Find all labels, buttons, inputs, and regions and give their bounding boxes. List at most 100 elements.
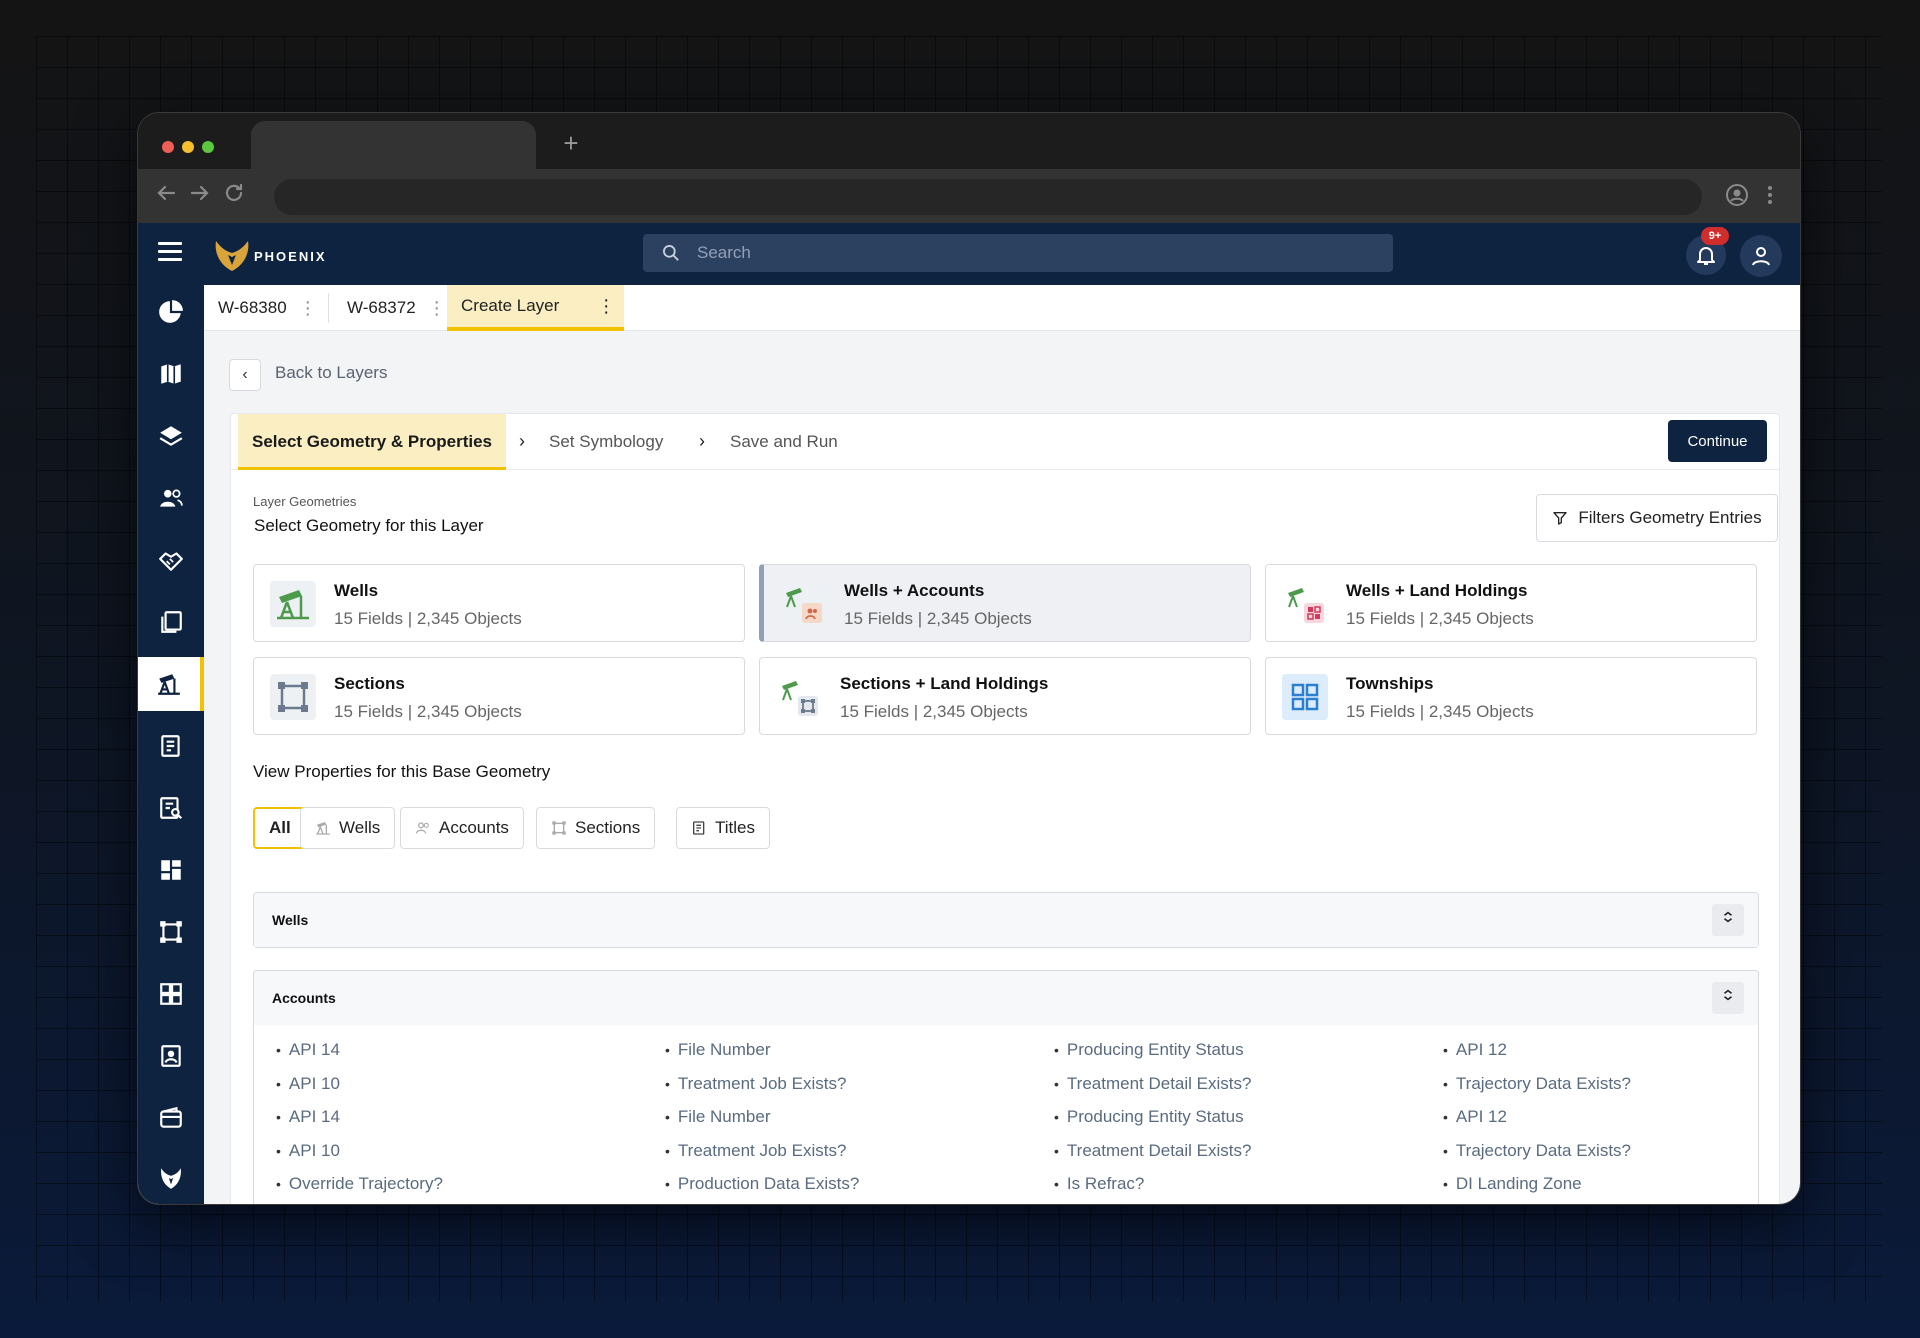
filter-chip-sections[interactable]: Sections xyxy=(536,807,656,849)
brand-logo[interactable]: PHOENIX xyxy=(210,235,370,275)
property-item: Trajectory Data Exists? xyxy=(1443,1141,1631,1161)
section-frame-icon xyxy=(160,921,182,943)
browser-menu-icon[interactable] xyxy=(1757,183,1783,209)
expand-collapse-icon[interactable] xyxy=(1712,904,1744,936)
brand-name: PHOENIX xyxy=(254,249,327,264)
wallet-icon xyxy=(160,1106,182,1128)
sidebar-item-phoenix[interactable] xyxy=(138,1151,204,1204)
accordion-accounts: Accounts API 14 API 10 API 14 API 10 Overrid… xyxy=(253,970,1759,1204)
accordion-header[interactable]: Accounts xyxy=(254,971,1758,1025)
geometry-meta: 15 Fields | 2,345 Objects xyxy=(844,609,1032,628)
sidebar-item-deals[interactable] xyxy=(138,533,204,587)
property-item: Treatment Detail Exists? xyxy=(1054,1074,1252,1094)
sidebar-item-users[interactable] xyxy=(138,471,204,525)
new-tab-button[interactable]: + xyxy=(556,125,586,161)
property-item: API 12 xyxy=(1443,1107,1507,1127)
tab-label: W-68380 xyxy=(218,298,287,317)
minimize-window-button[interactable] xyxy=(182,141,194,153)
geometry-card-townships[interactable]: Townships 15 Fields | 2,345 Objects xyxy=(1265,657,1757,735)
browser-tab[interactable] xyxy=(251,121,536,169)
tab-menu-icon[interactable]: ⋮ xyxy=(597,296,615,317)
section-frame-icon xyxy=(270,674,316,720)
property-item: API 12 xyxy=(1443,1040,1507,1060)
step-save-and-run[interactable]: Save and Run xyxy=(730,414,838,470)
sidebar-item-widgets[interactable] xyxy=(138,843,204,897)
geometry-card-sections-land-holdings[interactable]: Sections + Land Holdings 15 Fields | 2,3… xyxy=(759,657,1251,735)
sidebar-item-search-records[interactable] xyxy=(138,781,204,835)
user-avatar-button[interactable] xyxy=(1740,235,1782,277)
step-set-symbology[interactable]: Set Symbology xyxy=(549,414,663,470)
filter-geometry-button[interactable]: Filters Geometry Entries xyxy=(1536,494,1778,542)
filter-chip-all[interactable]: All xyxy=(253,807,307,849)
bell-icon xyxy=(1697,247,1715,265)
sidebar-item-layers[interactable] xyxy=(138,409,204,463)
accordion-title: Accounts xyxy=(272,990,336,1006)
sidebar-item-contacts[interactable] xyxy=(138,1029,204,1083)
property-item: API 10 xyxy=(276,1141,340,1161)
browser-titlebar: + xyxy=(138,113,1800,169)
back-to-layers-link[interactable]: Back to Layers xyxy=(275,363,387,383)
browser-window: + PHOENIX Search 9+ W-68380 ⋮ W-68372 ⋮ … xyxy=(137,112,1801,1205)
oil-pump-icon xyxy=(158,674,180,695)
property-item: API 14 xyxy=(276,1107,340,1127)
layer-geometries-label: Layer Geometries xyxy=(253,494,357,509)
geometry-card-wells-accounts[interactable]: Wells + Accounts 15 Fields | 2,345 Objec… xyxy=(759,564,1251,642)
property-item: Production Data Exists? xyxy=(665,1174,859,1194)
wells-accounts-icon xyxy=(780,581,826,627)
property-item: Trajectory Data Exists? xyxy=(1443,1074,1631,1094)
filter-chip-accounts[interactable]: Accounts xyxy=(400,807,524,849)
continue-button[interactable]: Continue xyxy=(1668,420,1767,462)
geometry-meta: 15 Fields | 2,345 Objects xyxy=(840,702,1028,721)
geometry-meta: 15 Fields | 2,345 Objects xyxy=(1346,702,1534,721)
tab-label: Create Layer xyxy=(461,296,560,315)
accordion-header[interactable]: Wells xyxy=(254,893,1758,947)
property-item: Treatment Job Exists? xyxy=(665,1141,847,1161)
tab-menu-icon[interactable]: ⋮ xyxy=(428,298,446,319)
sidebar-item-map[interactable] xyxy=(138,347,204,401)
tab-w-68372[interactable]: W-68372 ⋮ xyxy=(347,285,446,331)
reload-icon[interactable] xyxy=(220,181,248,212)
geometry-card-sections[interactable]: Sections 15 Fields | 2,345 Objects xyxy=(253,657,745,735)
back-arrow-icon[interactable] xyxy=(152,181,180,212)
step-chevron-icon: › xyxy=(519,431,525,451)
profile-icon[interactable] xyxy=(1724,183,1750,209)
geometry-name: Sections xyxy=(334,674,405,693)
filter-label: Filters Geometry Entries xyxy=(1578,508,1762,527)
menu-icon[interactable] xyxy=(158,242,182,264)
oil-pump-icon xyxy=(270,581,316,627)
geometry-meta: 15 Fields | 2,345 Objects xyxy=(334,609,522,628)
property-item: Override Trajectory? xyxy=(276,1174,443,1194)
document-list-icon xyxy=(161,735,180,757)
select-geometry-title: Select Geometry for this Layer xyxy=(254,516,484,535)
address-bar[interactable] xyxy=(274,179,1702,215)
property-item: API 14 xyxy=(276,1040,340,1060)
stepper: Select Geometry & Properties › Set Symbo… xyxy=(231,414,1779,470)
filter-chip-wells[interactable]: Wells xyxy=(300,807,396,849)
expand-collapse-icon[interactable] xyxy=(1712,982,1744,1014)
sidebar-item-documents[interactable] xyxy=(138,595,204,649)
back-button[interactable]: ‹ xyxy=(229,359,261,391)
tab-create-layer[interactable]: Create Layer ⋮ xyxy=(447,285,624,331)
filter-chip-titles[interactable]: Titles xyxy=(676,807,770,849)
step-select-geometry[interactable]: Select Geometry & Properties xyxy=(238,414,506,470)
grid-icon xyxy=(160,983,182,1005)
layers-icon xyxy=(159,426,183,446)
sidebar-item-dashboard[interactable] xyxy=(138,285,204,339)
tab-w-68380[interactable]: W-68380 ⋮ xyxy=(218,285,317,331)
geometry-name: Sections + Land Holdings xyxy=(840,674,1049,693)
forward-arrow-icon[interactable] xyxy=(186,181,214,212)
copy-icon xyxy=(161,611,182,633)
sidebar-item-reports[interactable] xyxy=(138,719,204,773)
geometry-card-wells[interactable]: Wells 15 Fields | 2,345 Objects xyxy=(253,564,745,642)
property-item: File Number xyxy=(665,1107,771,1127)
search-input[interactable] xyxy=(697,234,1377,272)
sidebar-item-wallet[interactable] xyxy=(138,1091,204,1145)
geometry-card-wells-land-holdings[interactable]: Wells + Land Holdings 15 Fields | 2,345 … xyxy=(1265,564,1757,642)
tab-menu-icon[interactable]: ⋮ xyxy=(299,298,317,319)
sidebar-item-wells[interactable] xyxy=(138,657,204,711)
sidebar-item-sections[interactable] xyxy=(138,905,204,959)
sidebar-item-townships[interactable] xyxy=(138,967,204,1021)
close-window-button[interactable] xyxy=(162,141,174,153)
accordion-wells: Wells xyxy=(253,892,1759,948)
maximize-window-button[interactable] xyxy=(202,141,214,153)
